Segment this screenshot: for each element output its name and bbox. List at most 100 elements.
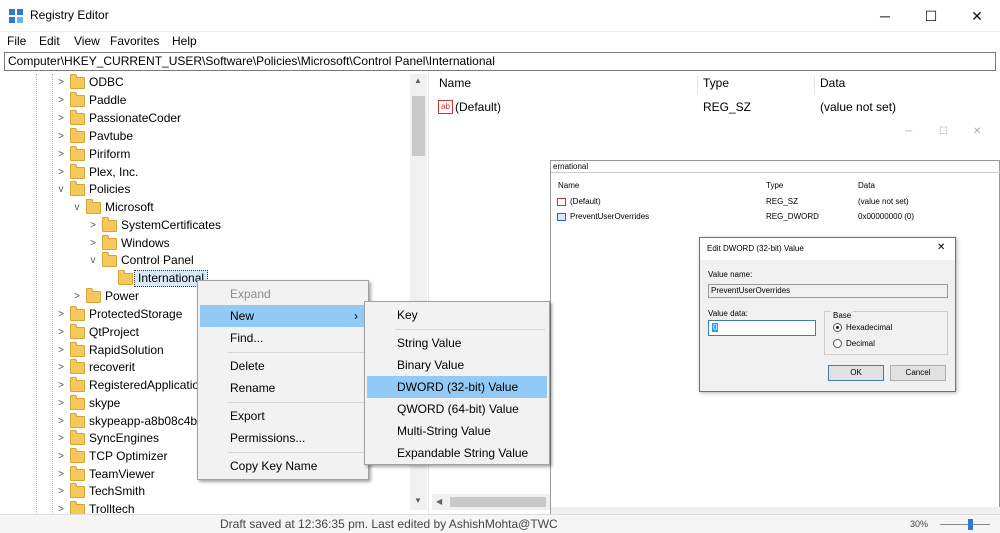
tree-item-trolltech[interactable]: > Trolltech [0, 501, 410, 514]
expand-chevron-icon[interactable]: > [56, 395, 66, 412]
menu-help[interactable]: Help [172, 34, 197, 48]
tree-item-plex[interactable]: > Plex, Inc. [0, 164, 410, 181]
value-data-input[interactable]: 0 [708, 320, 816, 336]
ctx-copy-key-name[interactable]: Copy Key Name [200, 455, 366, 477]
expand-chevron-icon[interactable]: > [56, 483, 66, 500]
column-divider[interactable] [697, 76, 698, 94]
scroll-left-arrow-icon[interactable]: ◀ [436, 497, 442, 506]
menu-file[interactable]: File [7, 34, 26, 48]
expand-chevron-icon[interactable]: > [56, 377, 66, 394]
ok-button[interactable]: OK [828, 365, 884, 381]
new-binary-value[interactable]: Binary Value [367, 354, 547, 376]
folder-icon [86, 288, 101, 303]
expand-chevron-icon[interactable]: > [56, 359, 66, 376]
ctx-expand[interactable]: Expand [200, 283, 366, 305]
expand-chevron-icon[interactable]: > [56, 413, 66, 430]
tree-item-techsmith[interactable]: > TechSmith [0, 483, 410, 500]
expand-chevron-icon[interactable]: > [56, 164, 66, 181]
tree-item-windows[interactable]: > Windows [0, 235, 410, 252]
expand-chevron-icon[interactable]: > [56, 342, 66, 359]
collapse-chevron-icon[interactable]: v [88, 252, 98, 269]
address-bar[interactable]: Computer\HKEY_CURRENT_USER\Software\Poli… [4, 52, 996, 71]
zoom-slider-thumb[interactable] [968, 519, 973, 530]
tree-item-label: recoverit [89, 360, 136, 374]
scroll-down-arrow-icon[interactable]: ▼ [414, 496, 422, 505]
folder-icon [70, 306, 85, 321]
decimal-radio[interactable] [833, 339, 842, 348]
folder-icon [102, 217, 117, 232]
menu-separator [228, 452, 364, 453]
expand-chevron-icon[interactable]: > [56, 430, 66, 447]
ctx-delete[interactable]: Delete [200, 355, 366, 377]
values-hscroll[interactable]: ◀ [432, 494, 550, 510]
tree-item-label: TCP Optimizer [89, 449, 168, 463]
menu-favorites[interactable]: Favorites [110, 34, 159, 48]
expand-chevron-icon[interactable]: > [72, 288, 82, 305]
menu-view[interactable]: View [74, 34, 100, 48]
overlay-value-name: (Default) [570, 197, 601, 206]
expand-chevron-icon[interactable]: > [56, 501, 66, 514]
column-header-data[interactable]: Data [820, 76, 845, 96]
expand-chevron-icon[interactable]: > [88, 235, 98, 252]
new-qword-value[interactable]: QWORD (64-bit) Value [367, 398, 547, 420]
ctx-rename[interactable]: Rename [200, 377, 366, 399]
expand-chevron-icon[interactable]: > [56, 92, 66, 109]
expand-chevron-icon[interactable]: > [56, 306, 66, 323]
value-data: (value not set) [820, 100, 897, 114]
value-row-default[interactable]: ab (Default) REG_SZ (value not set) [437, 99, 997, 117]
expand-chevron-icon[interactable]: > [88, 217, 98, 234]
expand-chevron-icon[interactable]: > [56, 448, 66, 465]
tree-item-policies[interactable]: v Policies [0, 181, 410, 198]
minimize-button[interactable]: ─ [862, 0, 908, 32]
edit-dword-dialog: Edit DWORD (32-bit) Value ✕ Value name: … [699, 237, 956, 392]
hex-radio[interactable] [833, 323, 842, 332]
value-name-field[interactable]: PreventUserOverrides [708, 284, 948, 298]
overlay-maximize-icon: ☐ [939, 126, 948, 137]
tree-item-passionatecoder[interactable]: > PassionateCoder [0, 110, 410, 127]
tree-item-control-panel[interactable]: v Control Panel [0, 252, 410, 269]
expand-chevron-icon[interactable]: > [56, 324, 66, 341]
expand-chevron-icon[interactable]: > [56, 146, 66, 163]
tree-item-label: skype [89, 396, 121, 410]
column-header-type[interactable]: Type [703, 76, 729, 96]
scroll-thumb[interactable] [412, 96, 425, 156]
folder-icon [70, 413, 85, 428]
menu-edit[interactable]: Edit [39, 34, 60, 48]
expand-chevron-icon[interactable]: > [56, 110, 66, 127]
ctx-permissions[interactable]: Permissions... [200, 427, 366, 449]
tree-item-systemcertificates[interactable]: > SystemCertificates [0, 217, 410, 234]
ctx-export[interactable]: Export [200, 405, 366, 427]
expand-chevron-icon[interactable]: > [56, 74, 66, 91]
folder-icon [70, 92, 85, 107]
maximize-button[interactable]: ☐ [908, 0, 954, 32]
new-multi-string-value[interactable]: Multi-String Value [367, 420, 547, 442]
collapse-chevron-icon[interactable]: v [56, 181, 66, 198]
tree-item-pavtube[interactable]: > Pavtube [0, 128, 410, 145]
hscroll-thumb[interactable] [450, 497, 546, 507]
context-menu: Expand New › Find... Delete Rename Expor… [197, 280, 369, 480]
expand-chevron-icon[interactable]: > [56, 466, 66, 483]
column-divider[interactable] [814, 76, 815, 94]
zoom-slider[interactable] [940, 524, 990, 525]
tree-item-microsoft[interactable]: v Microsoft [0, 199, 410, 216]
column-header-name[interactable]: Name [439, 76, 471, 96]
close-button[interactable]: ✕ [954, 0, 1000, 32]
ctx-new[interactable]: New › [200, 305, 366, 327]
tree-item-paddle[interactable]: > Paddle [0, 92, 410, 109]
dialog-close-icon[interactable]: ✕ [937, 242, 945, 253]
overlay-close-icon: ✕ [973, 126, 982, 137]
tree-item-odbc[interactable]: > ODBC [0, 74, 410, 91]
new-expandable-string-value[interactable]: Expandable String Value [367, 442, 547, 464]
expand-chevron-icon[interactable]: > [56, 128, 66, 145]
tree-item-piriform[interactable]: > Piriform [0, 146, 410, 163]
new-key[interactable]: Key [367, 304, 547, 326]
new-string-value[interactable]: String Value [367, 332, 547, 354]
scroll-up-arrow-icon[interactable]: ▲ [414, 76, 422, 85]
new-dword-value[interactable]: DWORD (32-bit) Value [367, 376, 547, 398]
collapse-chevron-icon[interactable]: v [72, 199, 82, 216]
radio-dot [836, 326, 839, 329]
ctx-find[interactable]: Find... [200, 327, 366, 349]
cancel-button[interactable]: Cancel [890, 365, 946, 381]
tree-item-label: Plex, Inc. [89, 165, 139, 179]
ab-string-icon [557, 198, 566, 206]
